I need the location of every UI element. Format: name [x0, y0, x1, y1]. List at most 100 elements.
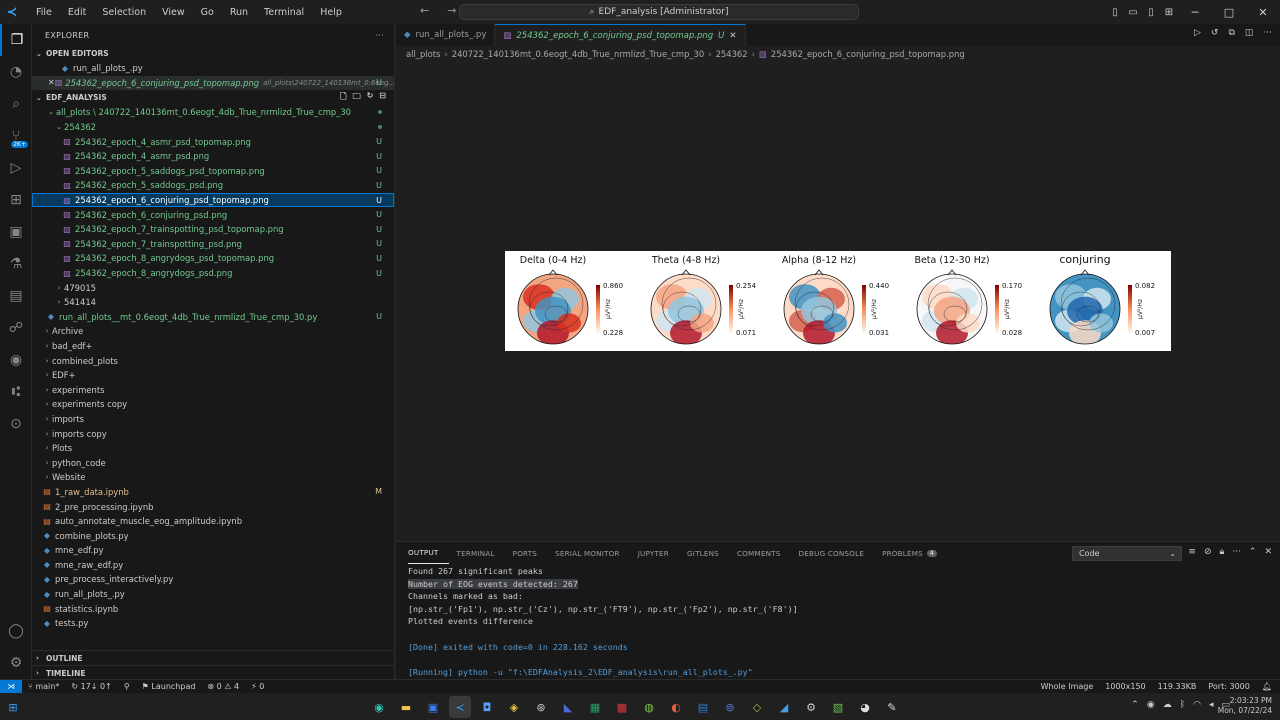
tree-file[interactable]: ▨ 254362_epoch_6_conjuring_psd_topomap.pn… — [32, 192, 394, 208]
git-sync[interactable]: ↻ 17↓ 0↑ — [65, 682, 117, 691]
outline-header[interactable]: › OUTLINE — [32, 650, 394, 665]
collapse-all-icon[interactable]: ⊟ — [379, 91, 386, 105]
toggle-panel-icon[interactable]: ▭ — [1124, 7, 1142, 18]
workspace-header[interactable]: ⌄ EDF_ANALYSIS 🗋 🗀 ↻ ⊟ — [32, 90, 394, 105]
tree-folder[interactable]: ⌄ 254362 — [32, 120, 394, 135]
back-arrow-icon[interactable]: ← — [420, 4, 429, 17]
git-graph-icon[interactable]: ⚲ — [118, 682, 136, 691]
system-clock[interactable]: 2:03:23 PM Mon, 07/22/24 — [1218, 696, 1272, 716]
app-icon[interactable]: ▧ — [827, 696, 849, 718]
timeline-header[interactable]: › TIMELINE — [32, 665, 394, 679]
breadcrumb-item[interactable]: 240722_140136mt_0.6eogt_4db_True_nrmlizd… — [452, 49, 704, 59]
image-zoom-status[interactable]: Whole Image — [1041, 682, 1094, 691]
tree-file[interactable]: ◆ run_all_plots__mt_0.6eogt_4db_True_nrml… — [32, 310, 394, 325]
toggle-sidebar-icon[interactable]: ▯ — [1106, 7, 1124, 18]
menu-edit[interactable]: Edit — [60, 7, 94, 18]
tab-jupyter[interactable]: JUPYTER — [638, 542, 679, 564]
tree-file[interactable]: ◆ tests.py — [32, 616, 394, 631]
tree-file[interactable]: ▨ 254362_epoch_4_asmr_psd.png U — [32, 149, 394, 164]
app-icon[interactable]: ◣ — [557, 696, 579, 718]
clear-output-icon[interactable]: ⊘ — [1204, 547, 1212, 557]
tree-file[interactable]: ▨ 254362_epoch_7_trainspotting_psd_topoma… — [32, 222, 394, 237]
menu-view[interactable]: View — [154, 7, 193, 18]
github-icon[interactable]: ◉ — [0, 344, 32, 376]
tab-ports[interactable]: PORTS — [513, 542, 547, 564]
remote-explorer-icon[interactable]: ▣ — [0, 216, 32, 248]
file-explorer-icon[interactable]: ▬ — [395, 696, 417, 718]
tree-folder[interactable]: › experiments copy — [32, 397, 394, 412]
output-log[interactable]: Found 267 significant peaks Number of EO… — [396, 564, 1280, 681]
menu-run[interactable]: Run — [222, 7, 256, 18]
windows-start-icon[interactable]: ⊞ — [2, 696, 24, 718]
tree-file[interactable]: ▨ 254362_epoch_5_saddogs_psd.png U — [32, 178, 394, 193]
run-debug-icon[interactable]: ▷ — [0, 152, 32, 184]
tree-folder[interactable]: › Plots — [32, 441, 394, 456]
app-icon[interactable]: ◈ — [503, 696, 525, 718]
command-center-search[interactable]: ⌕ EDF_analysis [Administrator] — [459, 4, 859, 20]
customize-layout-icon[interactable]: ⊞ — [1160, 7, 1178, 18]
rider-icon[interactable]: ▣ — [422, 696, 444, 718]
account-icon[interactable]: ◯ — [0, 615, 32, 647]
tab-problems[interactable]: PROBLEMS 4 — [882, 542, 947, 564]
tab-serial-monitor[interactable]: SERIAL MONITOR — [555, 542, 630, 564]
tree-file[interactable]: ◆ run_all_plots_.py — [32, 587, 394, 602]
tree-folder[interactable]: › imports copy — [32, 426, 394, 441]
breadcrumb-item[interactable]: 254362_epoch_6_conjuring_psd_topomap.png — [771, 49, 965, 59]
maximize-panel-icon[interactable]: ⌃ — [1249, 547, 1257, 557]
cloud-icon[interactable]: ☁ — [1163, 700, 1172, 710]
tree-file[interactable]: ◆ pre_process_interactively.py — [32, 572, 394, 587]
port-status[interactable]: Port: 3000 — [1208, 682, 1249, 691]
lock-scroll-icon[interactable]: 🔒︎ — [1220, 547, 1225, 557]
tree-file[interactable]: ▨ 254362_epoch_8_angrydogs_psd_topomap.pn… — [32, 251, 394, 266]
bluetooth-icon[interactable]: ᛒ — [1180, 700, 1185, 710]
tree-file[interactable]: ▤ 2_pre_processing.ipynb — [32, 499, 394, 514]
tree-folder[interactable]: › 541414 — [32, 295, 394, 310]
python-icon[interactable]: ☍ — [0, 312, 32, 344]
more-actions-icon[interactable]: ··· — [1263, 28, 1272, 38]
chevron-up-icon[interactable]: ⌃ — [1131, 700, 1139, 710]
filter-icon[interactable]: ≡ — [1188, 547, 1196, 557]
minimize-icon[interactable]: ─ — [1178, 6, 1212, 19]
tree-file[interactable]: ▤ auto_annotate_muscle_eog_amplitude.ipyn… — [32, 514, 394, 529]
tree-file[interactable]: ▤ statistics.ipynb — [32, 601, 394, 616]
problems-status[interactable]: ⊗ 0 ⚠ 4 — [201, 682, 245, 691]
tab-topomap-image[interactable]: ▨ 254362_epoch_6_conjuring_psd_topomap.p… — [495, 24, 746, 46]
tree-file[interactable]: ▨ 254362_epoch_4_asmr_psd_topomap.png U — [32, 134, 394, 149]
source-control-icon[interactable]: ⑂ 2K+ — [0, 120, 32, 152]
manage-gear-icon[interactable]: ⚙ — [0, 647, 32, 679]
tray-app-icon[interactable]: ◉ — [1147, 700, 1155, 710]
tree-folder[interactable]: › bad_edf+ — [32, 339, 394, 354]
app-icon[interactable]: ▩ — [611, 696, 633, 718]
tree-folder[interactable]: › combined_plots — [32, 353, 394, 368]
split-editor-icon[interactable]: ◫ — [1245, 28, 1254, 38]
tree-file[interactable]: ◆ combine_plots.py — [32, 528, 394, 543]
jupyter-icon[interactable]: ▤ — [0, 280, 32, 312]
app-icon[interactable]: ✎ — [881, 696, 903, 718]
copilot-icon[interactable]: ◔ — [0, 56, 32, 88]
word-icon[interactable]: ▤ — [692, 696, 714, 718]
tree-file[interactable]: ▨ 254362_epoch_6_conjuring_psd.png U — [32, 207, 394, 222]
explorer-icon[interactable]: ❐ — [0, 24, 32, 56]
tree-folder[interactable]: ⌄ all_plots \ 240722_140136mt_0.6eogt_4db… — [32, 105, 394, 120]
menu-selection[interactable]: Selection — [94, 7, 154, 18]
menu-file[interactable]: File — [28, 7, 60, 18]
docker-icon[interactable]: ⊙ — [0, 408, 32, 440]
run-icon[interactable]: ▷ — [1194, 28, 1201, 38]
app-icon[interactable]: ◇ — [746, 696, 768, 718]
breadcrumb-item[interactable]: 254362 — [716, 49, 748, 59]
app-icon[interactable]: ◘ — [476, 696, 498, 718]
gitlens-icon[interactable]: ⑆ — [0, 376, 32, 408]
tab-output[interactable]: OUTPUT — [408, 542, 449, 564]
edge-icon[interactable]: ◉ — [368, 696, 390, 718]
app-icon[interactable]: ◢ — [773, 696, 795, 718]
app-icon[interactable]: ◕ — [854, 696, 876, 718]
close-window-icon[interactable]: ✕ — [1246, 6, 1280, 19]
toggle-secondary-sidebar-icon[interactable]: ▯ — [1142, 7, 1160, 18]
tree-folder[interactable]: › 479015 — [32, 280, 394, 295]
open-changes-icon[interactable]: ⧉ — [1228, 28, 1234, 38]
close-panel-icon[interactable]: ✕ — [1264, 547, 1272, 557]
open-editor-item[interactable]: ✕ ▨ 254362_epoch_6_conjuring_psd_topomap… — [32, 75, 394, 91]
tree-folder[interactable]: › experiments — [32, 382, 394, 397]
tree-folder[interactable]: › imports — [32, 412, 394, 427]
menu-terminal[interactable]: Terminal — [256, 7, 312, 18]
